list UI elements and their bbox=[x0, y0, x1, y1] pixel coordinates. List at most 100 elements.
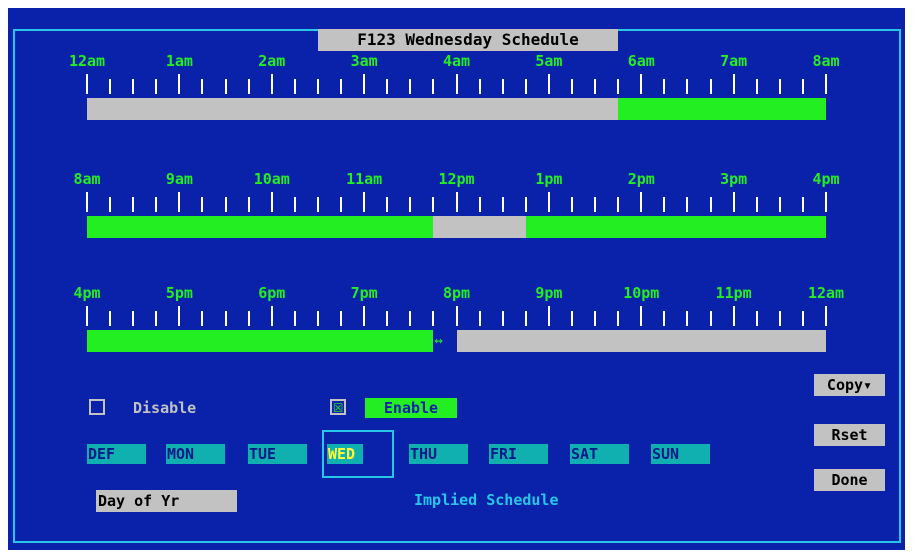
day-button-wed[interactable]: WED bbox=[327, 444, 363, 464]
quarter-tick bbox=[686, 311, 689, 326]
quarter-tick bbox=[409, 311, 412, 326]
quarter-tick bbox=[617, 197, 620, 212]
hour-label: 4pm bbox=[812, 170, 840, 188]
disable-checkbox[interactable] bbox=[89, 399, 105, 415]
quarter-tick bbox=[778, 79, 781, 94]
quarter-tick bbox=[132, 79, 135, 94]
schedule-on-segment[interactable] bbox=[87, 216, 434, 238]
quarter-tick bbox=[316, 79, 319, 94]
day-button-tue[interactable]: TUE bbox=[248, 444, 307, 464]
quarter-tick bbox=[801, 79, 804, 94]
day-button-def[interactable]: DEF bbox=[87, 444, 146, 464]
hour-tick bbox=[86, 192, 88, 212]
hour-label: 8am bbox=[812, 52, 840, 70]
hour-label: 11am bbox=[346, 170, 383, 188]
reset-button[interactable]: Rset bbox=[814, 424, 885, 446]
copy-button[interactable]: Copy▾ bbox=[814, 374, 885, 396]
hour-tick bbox=[547, 306, 550, 326]
quarter-tick bbox=[778, 197, 781, 212]
window-title: F123 Wednesday Schedule bbox=[318, 29, 618, 51]
quarter-tick bbox=[686, 79, 689, 94]
quarter-tick bbox=[709, 79, 712, 94]
quarter-tick bbox=[801, 197, 804, 212]
hour-tick bbox=[547, 192, 550, 212]
quarter-tick bbox=[109, 79, 112, 94]
hour-label: 8pm bbox=[442, 284, 471, 302]
hour-label: 5am bbox=[535, 52, 563, 70]
day-button-sun[interactable]: SUN bbox=[651, 444, 710, 464]
quarter-tick bbox=[686, 197, 689, 212]
quarter-tick bbox=[663, 197, 666, 212]
quarter-tick bbox=[340, 197, 343, 212]
quarter-tick bbox=[570, 311, 573, 326]
schedule-off-segment[interactable] bbox=[456, 330, 826, 352]
schedule-on-segment[interactable] bbox=[618, 98, 826, 120]
quarter-tick bbox=[224, 79, 227, 94]
quarter-tick bbox=[247, 197, 250, 212]
quarter-tick bbox=[709, 197, 712, 212]
hour-label: 12am bbox=[807, 284, 845, 302]
quarter-tick bbox=[594, 197, 597, 212]
quarter-tick bbox=[501, 79, 504, 94]
done-button[interactable]: Done bbox=[814, 469, 885, 491]
hour-tick bbox=[825, 306, 827, 326]
quarter-tick bbox=[501, 311, 504, 326]
hour-label: 12pm bbox=[438, 170, 475, 188]
schedule-on-segment[interactable] bbox=[525, 216, 826, 238]
hour-label: 3am bbox=[350, 52, 378, 70]
day-button-fri[interactable]: FRI bbox=[489, 444, 548, 464]
disable-label: Disable bbox=[133, 399, 197, 417]
quarter-tick bbox=[409, 197, 412, 212]
hour-tick bbox=[455, 74, 458, 94]
quarter-tick bbox=[247, 311, 250, 326]
day-of-year-button[interactable]: Day of Yr bbox=[96, 490, 237, 512]
quarter-tick bbox=[432, 311, 435, 326]
hour-label: 9pm bbox=[535, 284, 563, 302]
quarter-tick bbox=[478, 197, 481, 212]
schedule-off-segment[interactable] bbox=[433, 216, 526, 238]
hour-label: 9am bbox=[165, 170, 193, 188]
hour-tick bbox=[363, 192, 366, 212]
schedule-off-segment[interactable] bbox=[87, 98, 619, 120]
day-button-thu[interactable]: THU bbox=[409, 444, 468, 464]
check-x-icon: ☒ bbox=[332, 396, 344, 417]
hour-label: 4am bbox=[442, 52, 471, 70]
hour-label: 7am bbox=[720, 52, 748, 70]
quarter-tick bbox=[201, 79, 204, 94]
hour-label: 2am bbox=[258, 52, 286, 70]
quarter-tick bbox=[293, 311, 296, 326]
quarter-tick bbox=[247, 79, 250, 94]
hour-label: 10pm bbox=[623, 284, 660, 302]
hour-tick bbox=[732, 306, 735, 326]
day-button-sat[interactable]: SAT bbox=[570, 444, 629, 464]
quarter-tick bbox=[201, 311, 204, 326]
quarter-tick bbox=[155, 79, 158, 94]
quarter-tick bbox=[663, 79, 666, 94]
hour-tick bbox=[825, 192, 827, 212]
quarter-tick bbox=[432, 197, 435, 212]
quarter-tick bbox=[409, 79, 412, 94]
hour-tick bbox=[640, 192, 643, 212]
hour-label: 10am bbox=[253, 170, 290, 188]
hour-label: 5pm bbox=[165, 284, 193, 302]
quarter-tick bbox=[340, 311, 343, 326]
quarter-tick bbox=[132, 311, 135, 326]
hour-tick bbox=[178, 306, 181, 326]
enable-checkbox[interactable]: ☒ bbox=[330, 396, 346, 417]
hour-label: 6pm bbox=[258, 284, 286, 302]
quarter-tick bbox=[293, 79, 296, 94]
hour-tick bbox=[270, 192, 273, 212]
day-button-mon[interactable]: MON bbox=[166, 444, 225, 464]
quarter-tick bbox=[132, 197, 135, 212]
hour-tick bbox=[270, 74, 273, 94]
enable-label: Enable bbox=[365, 398, 457, 418]
resize-arrows-icon[interactable]: ↔ bbox=[434, 334, 442, 348]
quarter-tick bbox=[778, 311, 781, 326]
quarter-tick bbox=[594, 79, 597, 94]
quarter-tick bbox=[201, 197, 204, 212]
hour-tick bbox=[270, 306, 273, 326]
schedule-on-segment[interactable] bbox=[87, 330, 434, 352]
quarter-tick bbox=[386, 79, 389, 94]
quarter-tick bbox=[386, 197, 389, 212]
quarter-tick bbox=[755, 311, 758, 326]
